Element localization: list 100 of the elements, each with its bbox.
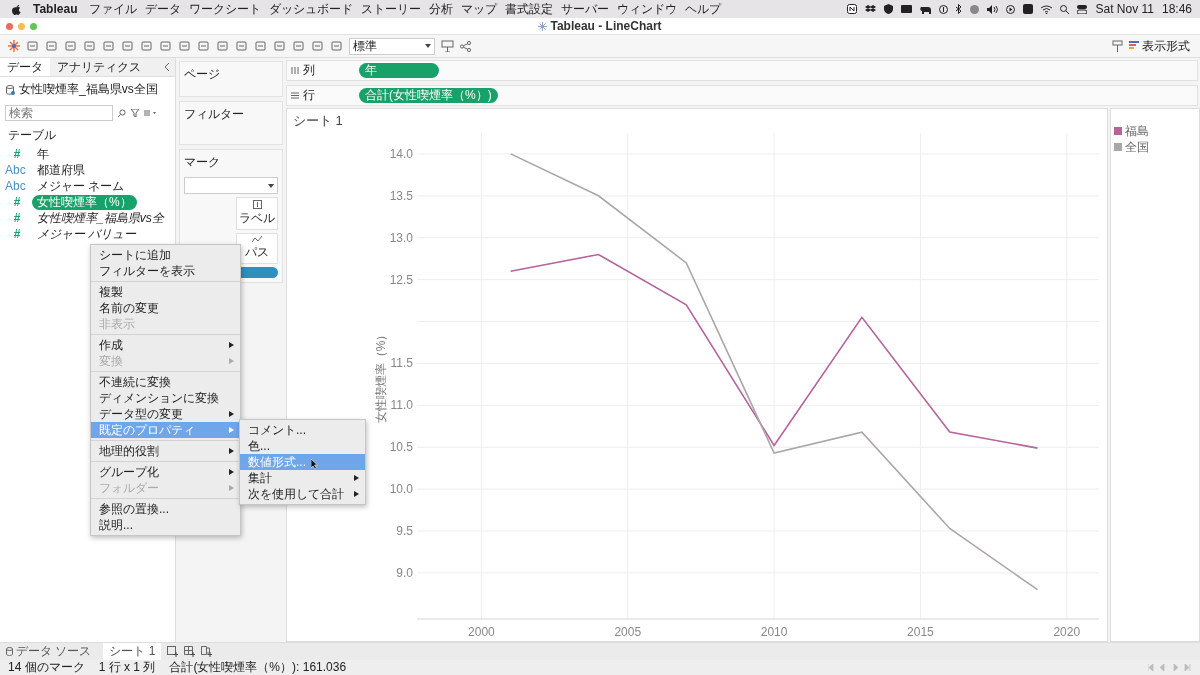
window-title: Tableau - LineChart — [550, 19, 662, 33]
mark-button[interactable]: パス — [236, 233, 278, 264]
collapse-icon[interactable] — [165, 63, 170, 71]
axis-tick-label: 12.5 — [389, 272, 413, 287]
dimension-icon: Abc — [5, 179, 29, 193]
menu-item[interactable]: 作成 — [91, 337, 240, 353]
volume-icon[interactable] — [987, 4, 999, 14]
view-columns-icon[interactable] — [144, 110, 156, 116]
axis-tick-label: 2020 — [1053, 625, 1081, 639]
pane-tab[interactable]: データ — [0, 58, 50, 76]
menu-item[interactable]: 名前の変更 — [91, 300, 240, 316]
mark-button[interactable]: ラベル — [236, 197, 278, 230]
axis-tick-label: 2005 — [614, 625, 642, 639]
search-icon — [118, 109, 126, 117]
axis-tick-label: 10.0 — [389, 482, 413, 497]
sheet-tab[interactable]: シート 1 — [103, 643, 162, 660]
menu-item[interactable]: 書式設定 — [505, 0, 554, 18]
measure-icon: # — [5, 147, 29, 161]
menu-item[interactable]: 色... — [240, 438, 365, 454]
field-item[interactable]: 都道府県 — [32, 162, 90, 178]
mark-size-dropdown[interactable]: 標準 — [349, 37, 435, 55]
play-circle-icon[interactable] — [1006, 4, 1016, 14]
menu-item[interactable]: グループ化 — [91, 464, 240, 480]
new-worksheet-icon[interactable] — [167, 646, 179, 657]
menu-item[interactable]: 不連続に変換 — [91, 374, 240, 390]
menu-item[interactable]: フィルターを表示 — [91, 263, 240, 279]
card-icon[interactable] — [901, 5, 913, 13]
minimize-button[interactable] — [18, 22, 25, 30]
menu-item[interactable]: マップ — [461, 0, 498, 18]
menu-item[interactable]: データ型の変更 — [91, 406, 240, 422]
submenu-arrow-icon — [354, 475, 359, 481]
dimension-icon: Abc — [5, 163, 29, 177]
mark-type-dropdown[interactable] — [184, 177, 278, 194]
menu-item[interactable]: 説明... — [91, 517, 240, 533]
menu-item[interactable]: 次を使用して合計 — [240, 486, 365, 502]
bar-chart-icon — [1129, 41, 1139, 51]
submenu-arrow-icon — [229, 358, 234, 364]
shelf-label: 列 — [303, 62, 315, 79]
bluetooth-icon[interactable] — [956, 4, 963, 14]
menu-item[interactable]: ヘルプ — [685, 0, 722, 18]
app-menu[interactable]: Tableau — [33, 2, 78, 16]
axis-tick-label: 11.5 — [390, 356, 413, 371]
menu-item[interactable]: ワークシート — [189, 0, 262, 18]
search-icon[interactable] — [1060, 4, 1070, 14]
shield-icon[interactable] — [884, 4, 894, 14]
measure-icon: # — [5, 195, 29, 209]
menu-item[interactable]: 複製 — [91, 284, 240, 300]
search-field[interactable]: 検索 — [5, 105, 113, 121]
close-button[interactable] — [6, 22, 13, 30]
sheet-navigation-icon[interactable] — [1148, 664, 1192, 671]
keyboard-icon[interactable] — [1023, 4, 1034, 14]
new-dashboard-icon[interactable] — [184, 646, 196, 657]
caret-icon — [425, 44, 431, 48]
menu-item[interactable]: 集計 — [240, 470, 365, 486]
field-item[interactable]: 女性喫煙率_福島県vs全 — [32, 210, 169, 226]
info-circle-icon[interactable] — [939, 4, 949, 14]
menu-item[interactable]: ストーリー — [361, 0, 422, 18]
zoom-button[interactable] — [30, 22, 37, 30]
menu-item[interactable]: ファイル — [89, 0, 138, 18]
axis-tick-label: 10.5 — [389, 440, 413, 455]
circle-icon[interactable] — [970, 4, 980, 14]
menu-item[interactable]: ディメンションに変換 — [91, 390, 240, 406]
data-source-name[interactable]: 女性喫煙率_福島県vs全国 — [19, 81, 158, 98]
presentation-icon[interactable] — [441, 40, 454, 52]
apple-icon[interactable] — [12, 3, 21, 15]
menu-item[interactable]: 参照の置換... — [91, 501, 240, 517]
caret-icon — [268, 183, 274, 188]
control-center-icon[interactable] — [1077, 4, 1088, 14]
rows-icon — [291, 92, 299, 99]
dropbox-icon[interactable] — [865, 4, 877, 14]
pin-icon[interactable] — [1112, 40, 1123, 52]
database-icon — [6, 647, 13, 656]
menu-item[interactable]: ウィンドウ — [617, 0, 678, 18]
tableau-logo-icon[interactable] — [8, 40, 20, 52]
menu-item[interactable]: 地理的役割 — [91, 443, 240, 459]
field-item[interactable]: 年 — [32, 146, 54, 162]
axis-tick-label: 14.0 — [389, 146, 413, 161]
card-title: ページ — [184, 67, 220, 81]
sheet-tab[interactable]: データ ソース — [0, 643, 98, 660]
pane-tab[interactable]: アナリティクス — [50, 58, 148, 76]
menu-item[interactable]: 分析 — [429, 0, 454, 18]
axis-tick-label: 2000 — [468, 625, 495, 639]
menu-item[interactable]: サーバー — [561, 0, 610, 18]
menu-item[interactable]: ダッシュボード — [269, 0, 354, 18]
submenu-arrow-icon — [229, 342, 234, 348]
show-me-button[interactable]: 表示形式 — [1129, 37, 1190, 55]
share-icon[interactable] — [460, 40, 471, 52]
field-item[interactable]: メジャー バリュー — [32, 226, 142, 242]
submenu-arrow-icon — [229, 427, 234, 433]
filter-icon[interactable] — [131, 109, 139, 117]
database-icon — [6, 84, 15, 95]
submenu-arrow-icon — [229, 485, 234, 491]
menu-item[interactable]: データ — [145, 0, 182, 18]
axis-tick-label: 2015 — [907, 625, 934, 639]
measure-icon: # — [5, 227, 29, 241]
menu-item[interactable]: コメント... — [240, 422, 365, 438]
new-story-icon[interactable] — [201, 646, 213, 657]
wifi-icon[interactable] — [1041, 4, 1053, 14]
field-item[interactable]: メジャー ネーム — [32, 178, 130, 194]
notion-icon[interactable] — [847, 4, 858, 14]
